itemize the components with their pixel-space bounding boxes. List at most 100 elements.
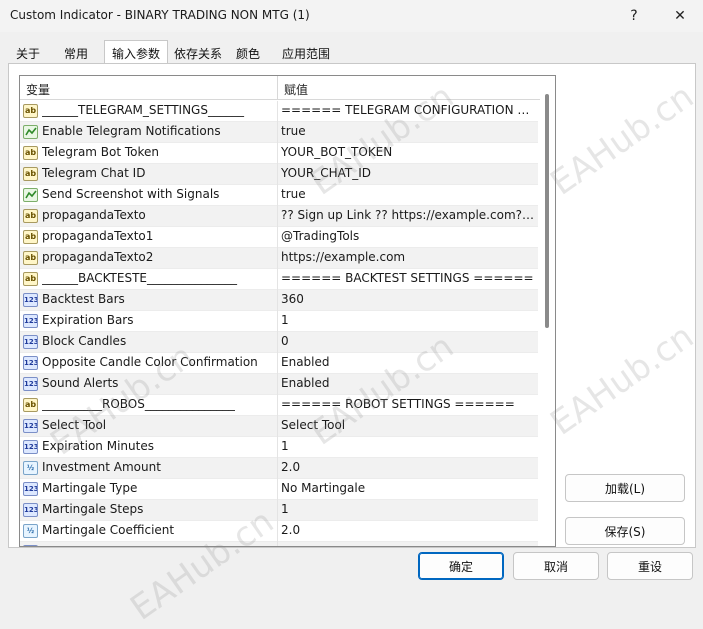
table-row[interactable]: ab Telegram Chat ID YOUR_CHAT_ID (20, 164, 538, 185)
tab-about[interactable]: 关于 (8, 42, 48, 64)
table-row[interactable]: ½ Martingale Coefficient 2.0 (20, 521, 538, 542)
variable-name: Telegram Bot Token (42, 145, 160, 159)
variable-name: Backtest Bars (42, 292, 125, 306)
column-separator (277, 458, 278, 479)
variable-value[interactable]: 2.0 (281, 460, 536, 474)
string-type-icon: ab (23, 167, 38, 181)
variable-value[interactable]: true (281, 187, 536, 201)
column-separator (277, 542, 278, 546)
variable-value[interactable]: https://example.com (281, 250, 536, 264)
tab-visualization[interactable]: 应用范围 (276, 42, 336, 64)
variable-name: Sound Alerts (42, 376, 119, 390)
table-row[interactable]: ab ______BACKTESTE_______________ ====== B… (20, 269, 538, 290)
variable-name: Expiration Minutes (42, 439, 154, 453)
integer-type-icon: 123 (23, 419, 38, 433)
integer-type-icon: 123 (23, 335, 38, 349)
variable-name: Block Candles (42, 334, 127, 348)
column-separator (277, 248, 278, 269)
table-row[interactable]: 123 Martingale Type No Martingale (20, 479, 538, 500)
table-row[interactable]: ab Telegram Bot Token YOUR_BOT_TOKEN (20, 143, 538, 164)
tab-dependencies[interactable]: 依存关系 (170, 42, 226, 64)
variable-value[interactable]: 360 (281, 292, 536, 306)
column-separator (277, 395, 278, 416)
header-value: 赋值 (284, 83, 309, 97)
table-row[interactable]: 123 Expiration Bars 1 (20, 311, 538, 332)
integer-type-icon: 123 (23, 356, 38, 370)
variable-value[interactable]: @TradingTols (281, 229, 536, 243)
scrollbar-thumb[interactable] (545, 94, 549, 328)
table-row[interactable]: 123 Sound Alerts Enabled (20, 374, 538, 395)
variable-value[interactable]: Select Tool (281, 418, 536, 432)
tab-common[interactable]: 常用 (56, 42, 96, 64)
variable-name: __________ROBOS_______________ (42, 397, 235, 411)
table-row[interactable]: ab propagandaTexto1 @TradingTols (20, 227, 538, 248)
variable-name: ______BACKTESTE_______________ (42, 271, 237, 285)
variable-value[interactable]: ?? Sign up Link ?? https://example.com??… (281, 208, 536, 222)
column-separator (277, 101, 278, 122)
table-row[interactable]: 123 Backtest Bars 360 (20, 290, 538, 311)
variable-value[interactable]: Enabled (281, 376, 536, 390)
variable-name: Telegram Chat ID (42, 166, 146, 180)
variable-value[interactable]: 1 (281, 313, 536, 327)
column-separator (277, 353, 278, 374)
column-separator (277, 479, 278, 500)
variable-name: Investment Amount (42, 460, 161, 474)
load-button[interactable]: 加载(L) (565, 474, 685, 502)
string-type-icon: ab (23, 104, 38, 118)
variable-value[interactable]: ====== ROBOT SETTINGS ====== (281, 397, 536, 411)
ok-button[interactable]: 确定 (418, 552, 504, 580)
string-type-icon: ab (23, 146, 38, 160)
variable-value[interactable]: 1 (281, 439, 536, 453)
column-separator (277, 416, 278, 437)
table-row[interactable]: 123 Block Candles 0 (20, 332, 538, 353)
column-separator (277, 269, 278, 290)
variable-value[interactable]: true (281, 124, 536, 138)
parameters-grid[interactable]: 变量 赋值 ab ______TELEGRAM_SETTINGS______ ===… (19, 75, 556, 547)
tab-strip: 关于 常用 输入参数 依存关系 颜色 应用范围 (8, 40, 698, 66)
variable-name: Martingale Type (42, 481, 138, 495)
integer-type-icon: 123 (23, 377, 38, 391)
vertical-scrollbar[interactable] (540, 76, 555, 546)
boolean-type-icon (23, 125, 38, 139)
table-row[interactable]: ab __________ROBOS_______________ ====== R… (20, 395, 538, 416)
variable-value[interactable]: 1 (281, 502, 536, 516)
table-row[interactable]: Enable Telegram Notifications true (20, 122, 538, 143)
close-button[interactable]: ✕ (657, 0, 703, 32)
variable-value[interactable]: 0 (281, 334, 536, 348)
variable-name: Send Screenshot with Signals (42, 187, 220, 201)
table-row[interactable]: 123 Select Tool Select Tool (20, 416, 538, 437)
variable-name: Select Tool (42, 418, 107, 432)
tab-colors[interactable]: 颜色 (228, 42, 268, 64)
table-row[interactable]: Send Screenshot with Signals true (20, 185, 538, 206)
variable-name: propagandaTexto2 (42, 250, 154, 264)
integer-type-icon: 123 (23, 503, 38, 517)
help-button[interactable]: ? (611, 0, 657, 32)
variable-value[interactable]: ====== BACKTEST SETTINGS ====== (281, 271, 536, 285)
string-type-icon: ab (23, 209, 38, 223)
column-separator (277, 521, 278, 542)
table-row[interactable]: ab propagandaTexto ?? Sign up Link ?? http… (20, 206, 538, 227)
variable-value[interactable]: Enabled (281, 355, 536, 369)
save-button[interactable]: 保存(S) (565, 517, 685, 545)
variable-value[interactable]: ====== TELEGRAM CONFIGURATION ====== (281, 103, 536, 117)
table-row[interactable]: 123 Opposite Candle Color Confirmation Ena… (20, 353, 538, 374)
table-row[interactable]: 123 Expiration Minutes 1 (20, 437, 538, 458)
table-row[interactable]: ½ Investment Amount 2.0 (20, 458, 538, 479)
variable-value[interactable]: 2.0 (281, 523, 536, 537)
cancel-button[interactable]: 取消 (513, 552, 599, 580)
table-row[interactable]: 123 (20, 542, 538, 546)
column-separator (277, 332, 278, 353)
variable-name: Enable Telegram Notifications (42, 124, 221, 138)
column-separator (277, 437, 278, 458)
column-separator (277, 290, 278, 311)
table-row[interactable]: ab ______TELEGRAM_SETTINGS______ ====== TE… (20, 101, 538, 122)
table-row[interactable]: ab propagandaTexto2 https://example.com (20, 248, 538, 269)
variable-value[interactable]: No Martingale (281, 481, 536, 495)
column-separator (277, 500, 278, 521)
variable-value[interactable]: YOUR_BOT_TOKEN (281, 145, 536, 159)
variable-value[interactable]: YOUR_CHAT_ID (281, 166, 536, 180)
variable-name: Martingale Steps (42, 502, 144, 516)
integer-type-icon: 123 (23, 482, 38, 496)
reset-button[interactable]: 重设 (607, 552, 693, 580)
table-row[interactable]: 123 Martingale Steps 1 (20, 500, 538, 521)
